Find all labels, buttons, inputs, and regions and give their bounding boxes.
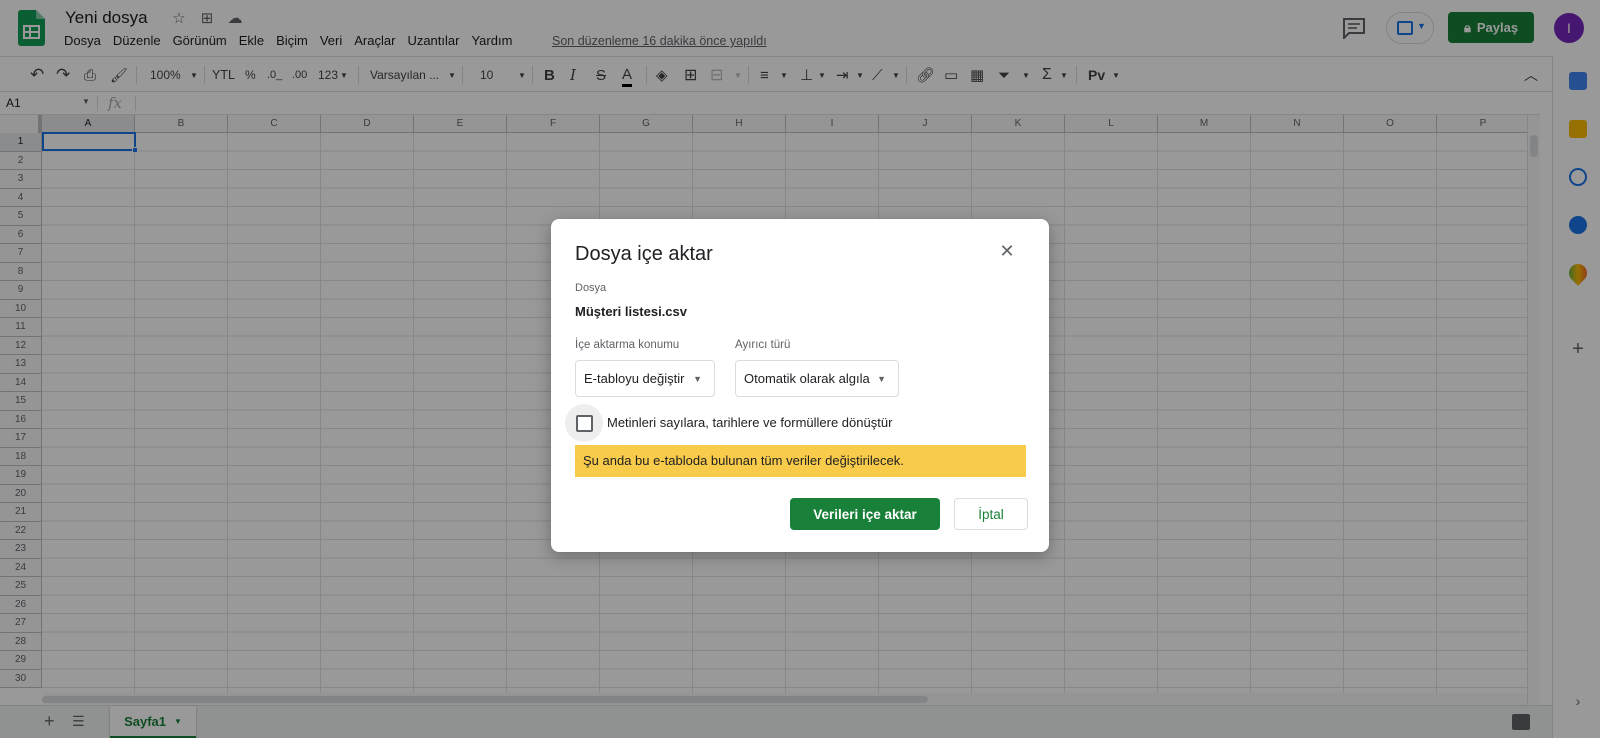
- separator-type-value: Otomatik olarak algıla: [744, 371, 870, 386]
- file-name: Müşteri listesi.csv: [575, 304, 687, 319]
- import-location-value: E-tabloyu değiştir: [584, 371, 685, 386]
- import-file-dialog: Dosya içe aktar ✕ Dosya Müşteri listesi.…: [551, 219, 1049, 552]
- chevron-down-icon: ▼: [693, 374, 702, 384]
- separator-type-label: Ayırıcı türü: [735, 339, 791, 351]
- separator-type-select[interactable]: Otomatik olarak algıla ▼: [735, 360, 899, 397]
- dialog-title: Dosya içe aktar: [575, 243, 713, 265]
- convert-text-checkbox[interactable]: [576, 415, 593, 432]
- convert-text-label[interactable]: Metinleri sayılara, tarihlere ve formüll…: [607, 415, 892, 430]
- import-location-select[interactable]: E-tabloyu değiştir ▼: [575, 360, 715, 397]
- file-label: Dosya: [575, 282, 607, 294]
- replace-warning-banner: Şu anda bu e-tabloda bulunan tüm veriler…: [575, 445, 1026, 477]
- close-icon[interactable]: ✕: [995, 239, 1019, 263]
- convert-text-checkbox-wrap[interactable]: [565, 404, 603, 442]
- import-data-button[interactable]: Verileri içe aktar: [790, 498, 940, 530]
- import-location-label: İçe aktarma konumu: [575, 339, 680, 351]
- cancel-button[interactable]: İptal: [954, 498, 1028, 530]
- chevron-down-icon: ▼: [877, 374, 886, 384]
